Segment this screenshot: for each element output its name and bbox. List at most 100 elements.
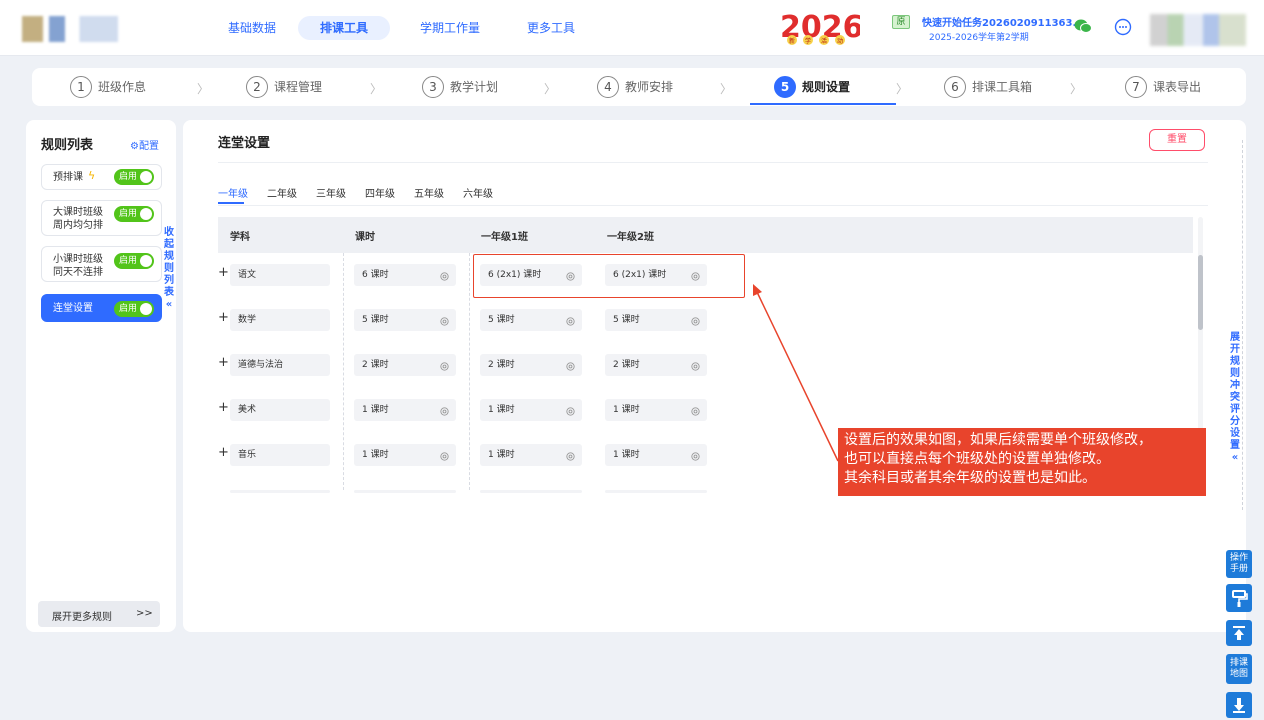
expand-row-button[interactable]: + [218, 445, 229, 460]
rule-item-even-distribution[interactable]: 大课时班级 周内均匀排 启用 [41, 200, 162, 236]
gear-icon[interactable] [690, 314, 701, 326]
chevron-right-icon: 〉 [544, 82, 557, 96]
download-icon[interactable] [1226, 692, 1252, 718]
collapse-rule-list[interactable]: 收起规则列表 « [163, 227, 175, 311]
rule-toggle[interactable]: 启用 [114, 253, 154, 269]
user-avatar[interactable] [1150, 14, 1246, 46]
scrollbar-thumb[interactable] [1198, 255, 1203, 330]
table-header: 学科 课时 一年级1班 一年级2班 [218, 217, 1193, 253]
nav-more-tools[interactable]: 更多工具 [527, 16, 575, 40]
expand-more-rules-button[interactable]: 展开更多规则 >> [38, 601, 160, 627]
step-teacher-arrangement[interactable]: 4 教师安排 [597, 76, 673, 98]
chevron-right-icon: 〉 [720, 82, 733, 96]
consecutive-settings-panel: 连堂设置 重置 一年级 二年级 三年级 四年级 五年级 六年级 学科 课时 一年… [183, 120, 1246, 632]
tab-grade-4[interactable]: 四年级 [365, 185, 395, 200]
current-task[interactable]: 原 快速开始任务2026020911363... 2025-2026学年第2学期 [892, 12, 1084, 44]
nav-scheduling-tools[interactable]: 排课工具 [298, 16, 391, 40]
step-teaching-plan[interactable]: 3 教学计划 [422, 76, 498, 98]
gear-icon[interactable] [690, 404, 701, 416]
cell-text: 6 课时 [362, 270, 389, 280]
column-header: 学科 [230, 232, 250, 243]
gear-icon[interactable] [439, 359, 450, 371]
class-hours-cell[interactable]: 1 课时 [480, 399, 582, 421]
subject-cell: 美术 [230, 399, 330, 421]
gear-icon[interactable] [565, 404, 576, 416]
cell-text: 2 课时 [488, 360, 515, 370]
class-hours-cell[interactable]: 2 课时 [480, 354, 582, 376]
rule-item-pre-schedule[interactable]: 预排课 ϟ 启用 [41, 164, 162, 190]
cell-text: 2 课时 [362, 360, 389, 370]
annotation-callout: 设置后的效果如图，如果后续需要单个班级修改， 也可以直接点每个班级处的设置单独修… [838, 428, 1206, 496]
cell-text: 道德与法治 [238, 360, 284, 370]
gear-icon[interactable] [439, 269, 450, 281]
message-icon[interactable] [1114, 18, 1132, 36]
cell-text: 5 课时 [613, 315, 640, 325]
gear-icon[interactable] [439, 449, 450, 461]
class-hours-cell[interactable]: 1 课时 [605, 444, 707, 466]
cell-text: 音乐 [238, 450, 257, 460]
manual-button[interactable]: 操作 手册 [1226, 550, 1252, 578]
reset-button[interactable]: 重置 [1149, 129, 1205, 151]
hours-cell[interactable]: 1 课时 [354, 444, 456, 466]
column-header: 一年级2班 [607, 232, 654, 243]
active-step-underline [750, 103, 896, 105]
expand-conflict-scoring[interactable]: 展开规则冲突评分设置 « [1228, 332, 1242, 464]
tab-grade-6[interactable]: 六年级 [463, 185, 493, 200]
paint-roller-icon[interactable] [1226, 584, 1252, 612]
subject-cell: 道德与法治 [230, 354, 330, 376]
back-to-top-icon[interactable] [1226, 620, 1252, 646]
config-link[interactable]: ⚙配置 [130, 137, 159, 152]
expand-row-button[interactable]: + [218, 400, 229, 415]
cell-text: 数学 [238, 315, 257, 325]
nav-basic-data[interactable]: 基础数据 [228, 16, 276, 40]
step-class-schedule[interactable]: 1 班级作息 [70, 76, 146, 98]
step-toolbox[interactable]: 6 排课工具箱 [944, 76, 1032, 98]
expand-row-button[interactable]: + [218, 265, 229, 280]
rule-toggle[interactable]: 启用 [114, 301, 154, 317]
hours-cell[interactable]: 2 课时 [354, 354, 456, 376]
cell-text: 1 课时 [362, 405, 389, 415]
class-hours-cell[interactable]: 1 课时 [605, 399, 707, 421]
hours-cell[interactable]: 6 课时 [354, 264, 456, 286]
nav-term-workload[interactable]: 学期工作量 [420, 16, 480, 40]
class-hours-cell[interactable]: 2 课时 [605, 354, 707, 376]
step-rule-settings[interactable]: 5 规则设置 [774, 76, 850, 98]
cell-text: 语文 [238, 270, 257, 280]
gear-icon[interactable] [439, 404, 450, 416]
tab-grade-3[interactable]: 三年级 [316, 185, 346, 200]
task-title: 快速开始任务2026020911363... [922, 18, 1084, 29]
tab-grade-1[interactable]: 一年级 [218, 185, 248, 200]
tab-grade-5[interactable]: 五年级 [414, 185, 444, 200]
hours-cell[interactable]: 1 课时 [354, 399, 456, 421]
right-strip-divider [1242, 140, 1243, 510]
divider [218, 162, 1208, 163]
new-term-activity-banner[interactable]: 2026 新 学 活 动 [776, 7, 860, 47]
rule-toggle[interactable]: 启用 [114, 169, 154, 185]
gear-icon[interactable] [690, 449, 701, 461]
wechat-icon[interactable] [1074, 18, 1092, 34]
chevron-right-icon: 〉 [896, 82, 909, 96]
tab-grade-2[interactable]: 二年级 [267, 185, 297, 200]
hours-cell[interactable]: 5 课时 [354, 309, 456, 331]
gear-icon[interactable] [565, 449, 576, 461]
class-hours-cell[interactable]: 5 课时 [480, 309, 582, 331]
cell-partial [480, 490, 582, 493]
step-export[interactable]: 7 课表导出 [1125, 76, 1201, 98]
task-term: 2025-2026学年第2学期 [929, 33, 1029, 43]
rule-list-panel: 规则列表 ⚙配置 预排课 ϟ 启用 大课时班级 周内均匀排 启用 小课时班级 同… [26, 120, 176, 632]
gear-icon[interactable] [439, 314, 450, 326]
expand-row-button[interactable]: + [218, 310, 229, 325]
svg-text:动: 动 [837, 38, 843, 45]
rule-item-no-consecutive[interactable]: 小课时班级 同天不连排 启用 [41, 246, 162, 282]
rule-item-consecutive-lessons[interactable]: 连堂设置 启用 [41, 294, 162, 322]
rule-toggle[interactable]: 启用 [114, 206, 154, 222]
gear-icon[interactable] [690, 359, 701, 371]
schedule-map-button[interactable]: 排课 地图 [1226, 654, 1252, 684]
gear-icon[interactable] [565, 314, 576, 326]
step-course-management[interactable]: 2 课程管理 [246, 76, 322, 98]
gear-icon[interactable] [565, 359, 576, 371]
class-hours-cell[interactable]: 1 课时 [480, 444, 582, 466]
class-hours-cell[interactable]: 5 课时 [605, 309, 707, 331]
column-header: 一年级1班 [481, 232, 528, 243]
expand-row-button[interactable]: + [218, 355, 229, 370]
